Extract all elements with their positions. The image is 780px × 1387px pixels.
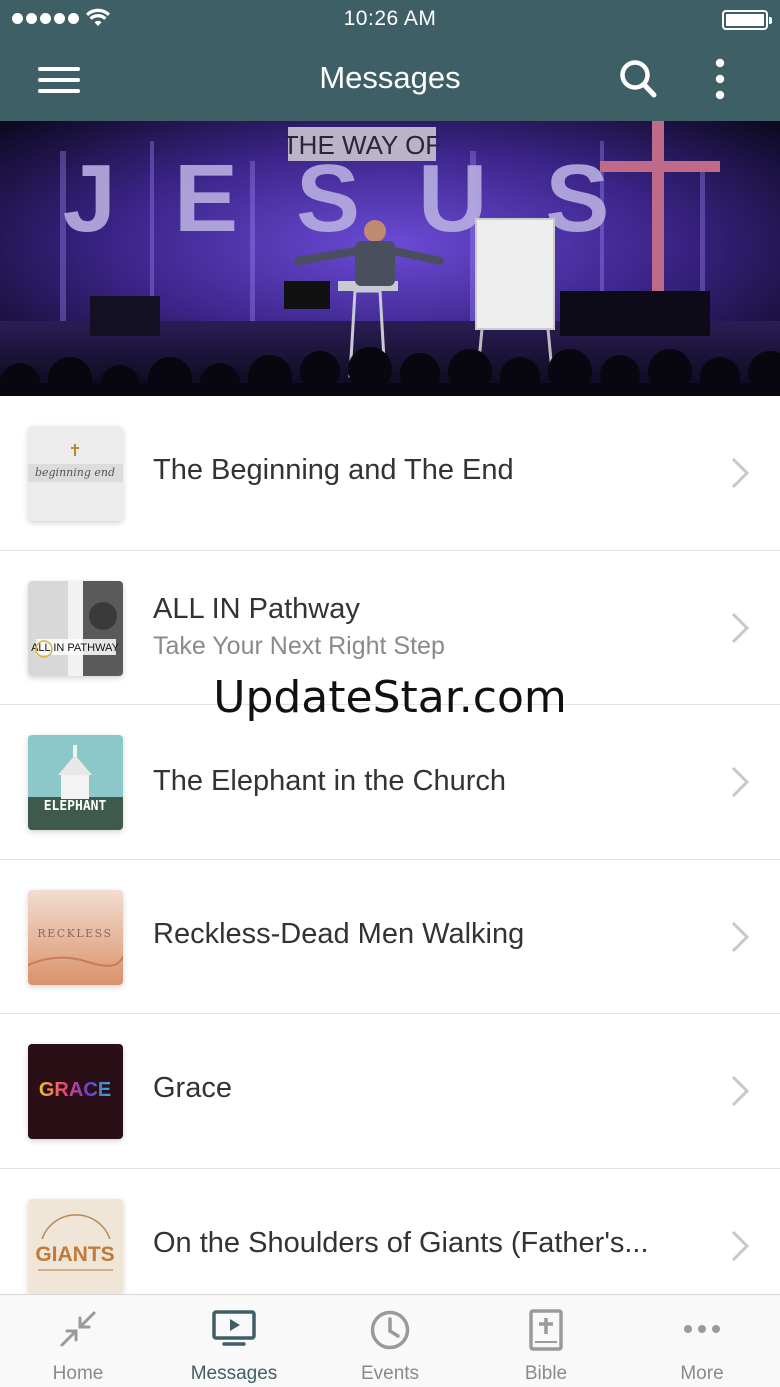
bible-icon bbox=[529, 1309, 563, 1351]
svg-text:GIANTS: GIANTS bbox=[35, 1243, 114, 1266]
tab-more[interactable]: More bbox=[624, 1295, 780, 1387]
chevron-right-icon bbox=[731, 457, 750, 489]
hero-banner-main-text: JESUS bbox=[63, 145, 668, 252]
series-title: The Elephant in the Church bbox=[153, 765, 507, 797]
tab-messages[interactable]: Messages bbox=[156, 1295, 312, 1387]
tab-bible[interactable]: Bible bbox=[468, 1295, 624, 1387]
series-title: The Beginning and The End bbox=[153, 454, 514, 486]
list-item[interactable]: GIANTS On the Shoulders of Giants (Fathe… bbox=[0, 1169, 780, 1295]
tab-label: Home bbox=[52, 1363, 104, 1384]
list-item[interactable]: ALL IN PATHWAY ALL IN Pathway Take Your … bbox=[0, 551, 780, 705]
list-item[interactable]: RECKLESS Reckless-Dead Men Walking bbox=[0, 860, 780, 1014]
tab-label: Messages bbox=[190, 1363, 278, 1384]
message-series-list: beginning end The Beginning and The End … bbox=[0, 396, 780, 1294]
tab-bar: Home Messages Events Bible More bbox=[0, 1294, 780, 1387]
svg-text:GRACE: GRACE bbox=[39, 1079, 111, 1101]
svg-text:ELEPHANT: ELEPHANT bbox=[44, 799, 107, 814]
battery-icon bbox=[722, 10, 772, 30]
series-thumbnail: GRACE bbox=[28, 1044, 123, 1139]
tab-events[interactable]: Events bbox=[312, 1295, 468, 1387]
series-title: On the Shoulders of Giants (Father's... bbox=[153, 1226, 649, 1259]
tab-home[interactable]: Home bbox=[0, 1295, 156, 1387]
chevron-right-icon bbox=[731, 921, 750, 952]
series-thumbnail: RECKLESS bbox=[28, 889, 123, 985]
chevron-right-icon bbox=[731, 1075, 750, 1107]
list-item[interactable]: GRACE Grace bbox=[0, 1014, 780, 1169]
svg-text:beginning end: beginning end bbox=[35, 466, 115, 479]
menu-button[interactable] bbox=[38, 67, 80, 93]
hero-banner-image: THE WAY OF JESUS bbox=[0, 121, 780, 396]
series-thumbnail: beginning end bbox=[28, 426, 123, 521]
list-item[interactable]: beginning end The Beginning and The End bbox=[0, 396, 780, 551]
chevron-right-icon bbox=[731, 612, 750, 643]
ellipsis-icon bbox=[684, 1325, 720, 1333]
series-thumbnail: ELEPHANT bbox=[28, 735, 123, 830]
series-thumbnail: ALL IN PATHWAY bbox=[28, 580, 123, 676]
svg-text:ALL IN PATHWAY: ALL IN PATHWAY bbox=[31, 642, 119, 654]
tv-play-icon bbox=[212, 1310, 256, 1346]
tab-label: Bible bbox=[524, 1363, 568, 1384]
series-subtitle: Take Your Next Right Step bbox=[153, 631, 445, 660]
series-title: Grace bbox=[153, 1072, 232, 1104]
chevron-right-icon bbox=[731, 766, 750, 798]
collapse-arrows-icon bbox=[60, 1311, 96, 1347]
search-icon[interactable] bbox=[618, 58, 658, 100]
top-bar: 10:26 AM Messages bbox=[0, 0, 780, 121]
tab-label: Events bbox=[360, 1363, 420, 1384]
series-title: Reckless-Dead Men Walking bbox=[153, 917, 525, 950]
more-options-icon[interactable] bbox=[710, 58, 730, 102]
clock-icon bbox=[370, 1310, 410, 1350]
svg-text:RECKLESS: RECKLESS bbox=[37, 927, 112, 940]
tab-label: More bbox=[680, 1363, 724, 1384]
status-time: 10:26 AM bbox=[343, 7, 437, 30]
status-bar: 10:26 AM bbox=[0, 0, 780, 40]
nav-bar: Messages bbox=[0, 40, 780, 121]
series-title: ALL IN Pathway bbox=[153, 592, 360, 625]
series-thumbnail: GIANTS bbox=[28, 1198, 123, 1294]
list-item[interactable]: ELEPHANT The Elephant in the Church bbox=[0, 705, 780, 860]
page-title: Messages bbox=[319, 60, 461, 95]
chevron-right-icon bbox=[731, 1230, 750, 1261]
